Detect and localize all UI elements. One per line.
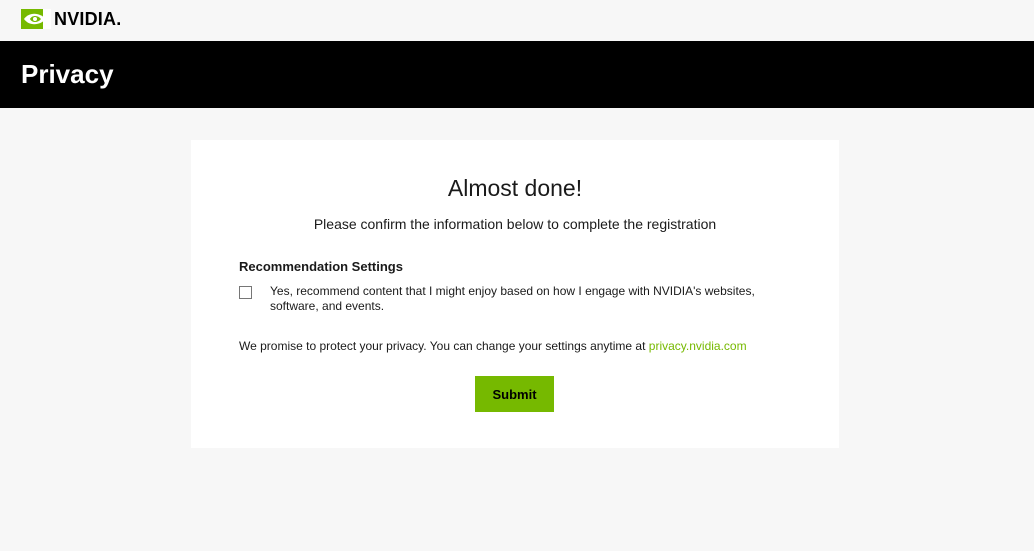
privacy-note-text: We promise to protect your privacy. You … (239, 339, 646, 353)
recommendation-settings-heading: Recommendation Settings (239, 259, 403, 274)
page-title: Privacy (21, 59, 114, 89)
submit-button[interactable]: Submit (475, 376, 554, 412)
logo-text: NVIDIA. (54, 9, 122, 29)
top-bar: NVIDIA. (0, 0, 1034, 41)
recommendation-checkbox-label[interactable]: Yes, recommend content that I might enjo… (270, 284, 800, 314)
privacy-link[interactable]: privacy.nvidia.com (649, 339, 747, 353)
nvidia-eye-icon (21, 9, 51, 29)
nvidia-logo[interactable]: NVIDIA. (21, 8, 121, 30)
page-banner: Privacy (0, 41, 1034, 108)
registration-card: Almost done! Please confirm the informat… (191, 140, 839, 448)
recommendation-checkbox[interactable] (239, 286, 252, 299)
card-title: Almost done! (447, 175, 583, 201)
privacy-note: We promise to protect your privacy. You … (239, 338, 747, 354)
card-subtitle: Please confirm the information below to … (313, 216, 717, 232)
